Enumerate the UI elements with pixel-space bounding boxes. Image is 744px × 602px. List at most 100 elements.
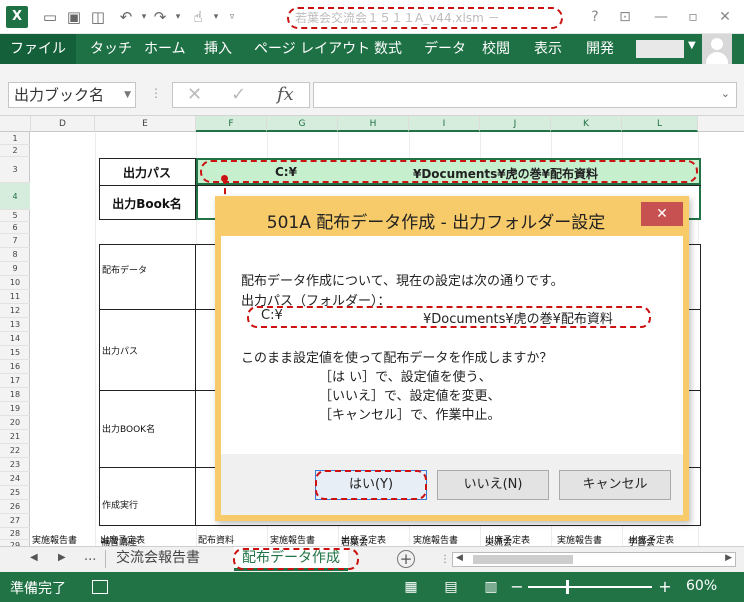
zoom-in-button[interactable]: + <box>656 578 674 596</box>
tab-data[interactable]: データ <box>424 34 466 64</box>
row-header-14[interactable]: 14 <box>0 332 30 346</box>
redo-icon[interactable]: ↷ <box>150 7 170 27</box>
row-header-22[interactable]: 22 <box>0 444 30 458</box>
page-layout-view-icon[interactable]: ▤ <box>442 578 460 596</box>
horizontal-scrollbar[interactable]: ◀ ▶ <box>452 552 736 567</box>
row-header-11[interactable]: 11 <box>0 290 30 304</box>
row-header-6[interactable]: 6 <box>0 222 30 234</box>
row-header-16[interactable]: 16 <box>0 360 30 374</box>
cancel-button[interactable]: キャンセル <box>559 470 671 500</box>
name-box-dropdown-icon[interactable]: ▼ <box>124 83 131 107</box>
restore-icon[interactable]: ▫ <box>680 6 706 28</box>
open-folder-icon[interactable]: ▭ <box>40 7 60 27</box>
macro-record-icon[interactable] <box>92 580 108 594</box>
active-tab-highlight <box>233 548 359 570</box>
tab-insert[interactable]: 挿入 <box>204 34 232 64</box>
scroll-right-icon[interactable]: ▶ <box>725 553 732 563</box>
column-header-f[interactable]: F <box>196 116 267 132</box>
row-header-9[interactable]: 9 <box>0 262 30 276</box>
cancel-entry-icon[interactable]: ✕ <box>187 83 202 107</box>
row-header-4[interactable]: 4 <box>0 183 30 210</box>
tab-view[interactable]: 表示 <box>534 34 562 64</box>
redo-dropdown-icon[interactable]: ▾ <box>168 7 188 27</box>
customize-qat-icon[interactable]: ▿ <box>222 7 242 27</box>
page-break-view-icon[interactable]: ▥ <box>482 578 500 596</box>
row-header-17[interactable]: 17 <box>0 374 30 388</box>
row-header-3[interactable]: 3 <box>0 157 30 183</box>
row-header-10[interactable]: 10 <box>0 276 30 290</box>
ribbon-display-icon[interactable]: ⊡ <box>612 6 638 28</box>
enter-entry-icon[interactable]: ✓ <box>231 83 246 107</box>
tab-touch[interactable]: タッチ <box>90 34 132 64</box>
row-header-7[interactable]: 7 <box>0 234 30 248</box>
row-header-20[interactable]: 20 <box>0 416 30 430</box>
formula-buttons: ✕ ✓ fx <box>172 82 310 108</box>
row-header-26[interactable]: 26 <box>0 500 30 514</box>
tab-split-grip-icon[interactable]: ⋮ <box>440 554 450 565</box>
row-header-23[interactable]: 23 <box>0 458 30 472</box>
tab-page-layout[interactable]: ページ レイアウト <box>254 34 370 64</box>
row-header-19[interactable]: 19 <box>0 402 30 416</box>
output-path-tail: ¥Documents¥虎の巻¥配布資料 <box>413 167 598 181</box>
row-header-1[interactable]: 1 <box>0 132 30 145</box>
dialog-close-button[interactable]: ✕ <box>641 202 683 226</box>
column-header-j[interactable]: J <box>480 116 551 132</box>
tab-file[interactable]: ファイル <box>0 34 76 64</box>
select-all-corner[interactable] <box>0 116 31 132</box>
insert-function-icon[interactable]: fx <box>277 83 294 107</box>
row-header-28[interactable]: 28 <box>0 528 30 540</box>
row-header-5[interactable]: 5 <box>0 210 30 222</box>
column-header-i[interactable]: I <box>409 116 480 132</box>
add-sheet-button[interactable]: + <box>397 550 415 568</box>
row-header-13[interactable]: 13 <box>0 318 30 332</box>
dialog-title-bar[interactable]: 501A 配布データ作成 - 出力フォルダー設定 ✕ <box>221 202 683 236</box>
column-header-k[interactable]: K <box>551 116 622 132</box>
column-header-g[interactable]: G <box>267 116 338 132</box>
tab-formulas[interactable]: 数式 <box>374 34 402 64</box>
row-header-25[interactable]: 25 <box>0 486 30 500</box>
tab-home[interactable]: ホーム <box>144 34 186 64</box>
row29-cell-7: 出席予定表 <box>485 536 531 546</box>
row-header-8[interactable]: 8 <box>0 248 30 262</box>
zoom-slider-knob[interactable] <box>566 580 569 594</box>
no-button[interactable]: いいえ(N) <box>437 470 549 500</box>
column-header-e[interactable]: E <box>95 116 196 132</box>
undo-icon[interactable]: ↶ <box>116 7 136 27</box>
help-button[interactable]: ? <box>582 6 608 28</box>
tab-review[interactable]: 校閲 <box>482 34 510 64</box>
scroll-left-icon[interactable]: ◀ <box>456 553 463 563</box>
more-sheets-button[interactable]: ... <box>84 549 96 564</box>
zoom-out-button[interactable]: − <box>508 578 526 596</box>
scroll-thumb[interactable] <box>473 555 573 564</box>
row-header-2[interactable]: 2 <box>0 145 30 157</box>
prev-sheet-icon[interactable]: ◀ <box>30 552 38 563</box>
column-header-l[interactable]: L <box>622 116 698 132</box>
row-headers: 1 2 3 4 5 6 7 8 9 10 11 12 13 14 15 16 17 18 19 20 21 22 23 24 2… <box>0 132 30 546</box>
zoom-slider[interactable] <box>528 586 652 588</box>
avatar[interactable] <box>702 34 732 64</box>
row-header-24[interactable]: 24 <box>0 472 30 486</box>
next-sheet-icon[interactable]: ▶ <box>58 552 66 563</box>
close-button[interactable]: ✕ <box>712 6 738 28</box>
minimize-button[interactable]: — <box>648 6 674 28</box>
zoom-level[interactable]: 60% <box>686 578 717 594</box>
tab-exchange-report[interactable]: 交流会報告書 <box>108 547 208 571</box>
account-name[interactable] <box>636 40 684 58</box>
status-ready: 準備完了 <box>10 581 66 597</box>
column-header-d[interactable]: D <box>31 116 95 132</box>
tab-developer[interactable]: 開発 <box>586 34 614 64</box>
row-header-27[interactable]: 27 <box>0 514 30 528</box>
account-dropdown-icon[interactable]: ▼ <box>688 40 696 51</box>
touch-mode-icon[interactable]: ☝ <box>188 7 208 27</box>
row-header-21[interactable]: 21 <box>0 430 30 444</box>
formula-input[interactable]: ⌄ <box>313 82 737 108</box>
name-box[interactable]: 出力ブック名 ▼ <box>8 82 136 108</box>
normal-view-icon[interactable]: ▦ <box>402 578 420 596</box>
row-header-18[interactable]: 18 <box>0 388 30 402</box>
save-icon[interactable]: ▣ <box>64 7 84 27</box>
print-preview-icon[interactable]: ◫ <box>88 7 108 27</box>
column-header-h[interactable]: H <box>338 116 409 132</box>
expand-formula-icon[interactable]: ⌄ <box>721 87 730 100</box>
row-header-12[interactable]: 12 <box>0 304 30 318</box>
row-header-15[interactable]: 15 <box>0 346 30 360</box>
